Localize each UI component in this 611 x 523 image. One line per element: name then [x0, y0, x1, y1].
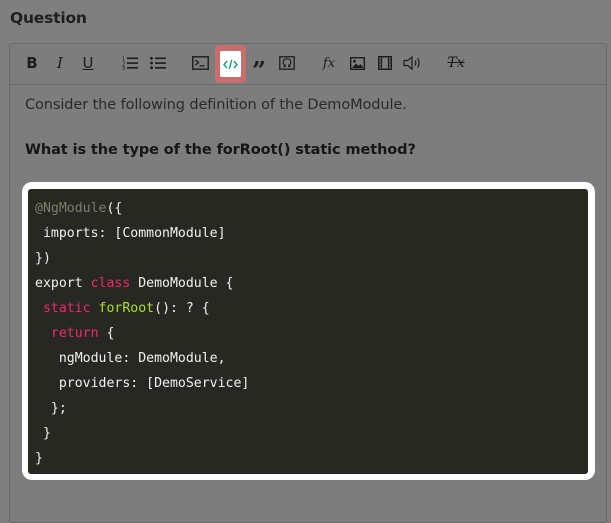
code-button[interactable] [215, 45, 246, 83]
ordered-list-button[interactable]: 1 2 3 [121, 52, 139, 74]
code-token: }; [35, 401, 67, 416]
svg-text:3: 3 [122, 66, 125, 70]
code-token: ngModule: DemoModule, [35, 351, 226, 366]
section-title: Question [10, 9, 87, 27]
underline-button[interactable]: U [80, 52, 96, 74]
bullet-list-icon [150, 56, 166, 70]
code-line: @NgModule({ [35, 196, 588, 221]
image-button[interactable] [348, 52, 366, 74]
code-token: export [35, 276, 91, 291]
code-line: providers: [DemoService] [35, 371, 588, 396]
code-token: return [50, 326, 99, 341]
editor-toolbar: B I U 1 2 3 ” fx Tx [10, 44, 606, 85]
code-button-face [220, 51, 241, 77]
bold-icon: B [26, 54, 38, 72]
image-icon [349, 56, 365, 70]
underline-icon: U [82, 54, 94, 72]
code-token: DemoModule { [130, 276, 234, 291]
code-line: } [35, 421, 588, 446]
code-block[interactable]: @NgModule({ imports: [CommonModule]}) exp… [28, 189, 588, 474]
blockquote-icon: ” [252, 56, 266, 85]
code-token: static [42, 301, 91, 316]
audio-icon [403, 55, 420, 71]
code-line: imports: [CommonModule] [35, 221, 588, 246]
code-token: } [35, 426, 51, 441]
code-line: static forRoot(): ? { [35, 296, 588, 321]
italic-icon: I [57, 54, 63, 72]
code-token: class [90, 276, 131, 291]
question-paragraph: What is the type of the forRoot() static… [25, 142, 416, 158]
code-token: @NgModule [35, 201, 107, 216]
code-token: }) [35, 251, 51, 266]
formula-button[interactable]: fx [320, 52, 338, 74]
code-line: return { [35, 321, 588, 346]
clear-format-icon: Tx [447, 55, 465, 71]
code-line: }) [35, 246, 588, 271]
blockquote-button[interactable]: ” [251, 52, 267, 85]
intro-paragraph: Consider the following definition of the… [25, 97, 407, 113]
italic-button[interactable]: I [52, 52, 68, 74]
ordered-list-icon: 1 2 3 [122, 57, 138, 70]
special-character-button[interactable] [278, 52, 296, 74]
video-icon [378, 56, 392, 70]
code-line: export class DemoModule { [35, 271, 588, 296]
code-line: } [35, 446, 588, 471]
code-token: imports: [CommonModule] [35, 226, 226, 241]
bold-button[interactable]: B [24, 52, 40, 74]
terminal-button[interactable] [191, 52, 209, 74]
terminal-icon [191, 56, 209, 70]
code-token: forRoot [98, 301, 155, 316]
code-token: providers: [DemoService] [35, 376, 250, 391]
code-token: { [98, 326, 115, 341]
formula-icon: fx [322, 55, 336, 71]
omega-icon [279, 56, 295, 70]
code-line: }; [35, 396, 588, 421]
bullet-list-button[interactable] [149, 52, 167, 74]
video-button[interactable] [376, 52, 394, 74]
code-line: ngModule: DemoModule, [35, 346, 588, 371]
code-token: (): ? { [154, 301, 210, 316]
code-token: } [35, 451, 43, 466]
clear-format-button[interactable]: Tx [447, 52, 465, 74]
code-token: ({ [106, 201, 123, 216]
audio-button[interactable] [402, 52, 424, 74]
code-icon [223, 59, 238, 69]
